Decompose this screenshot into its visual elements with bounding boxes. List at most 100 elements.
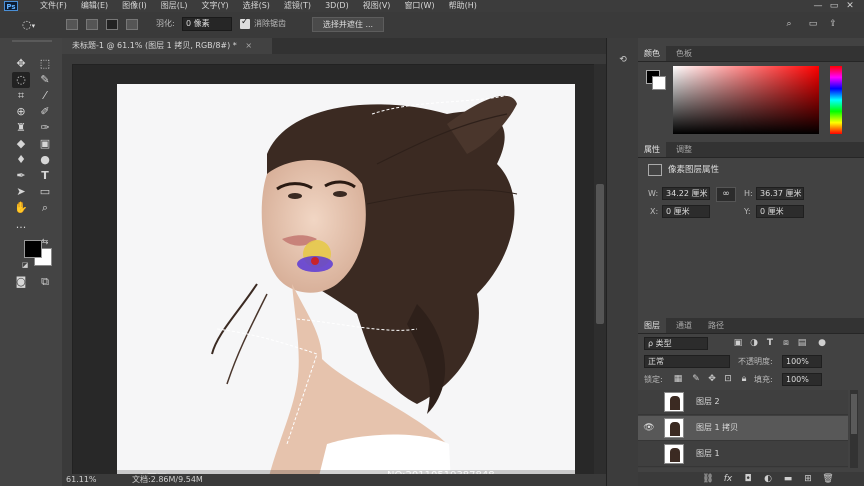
toolbox-grip[interactable]	[12, 40, 52, 42]
filter-toggle-icon[interactable]: ●	[816, 337, 828, 349]
default-colors-icon[interactable]: ◪	[20, 259, 30, 271]
fill-field[interactable]: 100%	[782, 373, 822, 386]
history-panel-icon[interactable]: ⟲	[616, 54, 630, 66]
menu-window[interactable]: 窗口(W)	[404, 0, 434, 12]
adjustment-layer-icon[interactable]: ◐	[762, 473, 774, 485]
lock-artboard-icon[interactable]: ⊡	[722, 373, 734, 385]
link-dimensions-icon[interactable]: ∞	[716, 187, 736, 202]
layer-style-icon[interactable]: fx	[722, 473, 734, 485]
brush-tool-icon[interactable]: ✐	[36, 104, 54, 120]
swap-colors-icon[interactable]: ⇆	[40, 236, 50, 248]
history-brush-tool-icon[interactable]: ✑	[36, 120, 54, 136]
layer-visibility-toggle[interactable]	[643, 448, 655, 460]
clone-stamp-tool-icon[interactable]: ♜	[12, 120, 30, 136]
layer-row[interactable]: 图层 2	[638, 390, 848, 415]
maximize-button[interactable]: ▭	[826, 0, 842, 12]
add-to-selection-button[interactable]	[86, 19, 98, 30]
add-mask-icon[interactable]: ◘	[742, 473, 754, 485]
subtract-from-selection-button[interactable]	[106, 19, 118, 30]
bg-color-chip[interactable]	[652, 76, 666, 90]
color-field[interactable]	[673, 66, 819, 134]
rectangle-tool-icon[interactable]: ▭	[36, 184, 54, 200]
select-and-mask-button[interactable]: 选择并遮住 ...	[312, 17, 384, 32]
antialias-checkbox[interactable]	[240, 17, 250, 29]
document-tab[interactable]: 未标题-1 @ 61.1% (图层 1 拷贝, RGB/8#) * ×	[62, 38, 272, 54]
filter-adjustment-icon[interactable]: ◑	[748, 337, 760, 349]
lasso-preset-picker[interactable]: ◌▾	[22, 18, 46, 32]
tab-color[interactable]: 颜色	[638, 46, 666, 61]
filter-shape-icon[interactable]: ⧈	[780, 337, 792, 349]
vertical-ruler[interactable]	[62, 64, 73, 474]
menu-select[interactable]: 选择(S)	[243, 0, 270, 12]
menu-view[interactable]: 视图(V)	[363, 0, 391, 12]
new-layer-icon[interactable]: ⊞	[802, 473, 814, 485]
height-field[interactable]: 36.37 厘米	[756, 187, 804, 200]
pen-tool-icon[interactable]: ✒	[12, 168, 30, 184]
more-tools-icon[interactable]: ···	[12, 220, 30, 236]
x-field[interactable]: 0 厘米	[662, 205, 710, 218]
tab-properties[interactable]: 属性	[638, 142, 666, 157]
layers-scrollbar[interactable]	[850, 390, 858, 468]
filter-smart-object-icon[interactable]: ▤	[796, 337, 808, 349]
tab-swatches[interactable]: 色板	[670, 46, 698, 61]
close-window-button[interactable]: ✕	[842, 0, 858, 12]
menu-file[interactable]: 文件(F)	[40, 0, 67, 12]
lock-transparent-icon[interactable]: ▦	[672, 373, 684, 385]
tab-channels[interactable]: 通道	[670, 318, 698, 333]
crop-tool-icon[interactable]: ⌗	[12, 88, 30, 104]
dodge-tool-icon[interactable]: ●	[36, 152, 54, 168]
tab-paths[interactable]: 路径	[702, 318, 730, 333]
eraser-tool-icon[interactable]: ◆	[12, 136, 30, 152]
tab-layers[interactable]: 图层	[638, 318, 666, 333]
healing-brush-tool-icon[interactable]: ⊕	[12, 104, 30, 120]
width-field[interactable]: 34.22 厘米	[662, 187, 710, 200]
y-field[interactable]: 0 厘米	[756, 205, 804, 218]
menu-3d[interactable]: 3D(D)	[325, 0, 349, 12]
marquee-tool-icon[interactable]: ⬚	[36, 56, 54, 72]
menu-type[interactable]: 文字(Y)	[201, 0, 228, 12]
blend-mode-select[interactable]: 正常	[644, 355, 730, 368]
lock-all-icon[interactable]: 🔒︎	[738, 373, 750, 385]
new-group-icon[interactable]: ▬	[782, 473, 794, 485]
zoom-tool-icon[interactable]: ⌕	[36, 200, 54, 216]
document-tab-close-icon[interactable]: ×	[245, 41, 252, 50]
move-tool-icon[interactable]: ✥	[12, 56, 30, 72]
layer-filter-select[interactable]: ρ 类型	[644, 337, 708, 350]
horizontal-ruler[interactable]	[62, 54, 606, 65]
layer-row-selected[interactable]: 👁︎ 图层 1 拷贝	[638, 416, 848, 441]
menu-layer[interactable]: 图层(L)	[161, 0, 188, 12]
menu-edit[interactable]: 编辑(E)	[81, 0, 108, 12]
hand-tool-icon[interactable]: ✋	[12, 200, 30, 216]
type-tool-icon[interactable]: T	[36, 168, 54, 184]
new-selection-button[interactable]	[66, 19, 78, 30]
menu-image[interactable]: 图像(I)	[122, 0, 147, 12]
lock-position-icon[interactable]: ✥	[706, 373, 718, 385]
opacity-field[interactable]: 100%	[782, 355, 822, 368]
eyedropper-tool-icon[interactable]: ⁄	[36, 88, 54, 104]
share-icon[interactable]: ⇪	[826, 18, 840, 30]
eye-icon[interactable]: 👁︎	[643, 422, 655, 434]
search-icon[interactable]: ⌕	[782, 18, 796, 30]
filter-pixel-icon[interactable]: ▣	[732, 337, 744, 349]
vertical-scrollbar[interactable]	[594, 64, 606, 474]
menu-help[interactable]: 帮助(H)	[449, 0, 477, 12]
gradient-tool-icon[interactable]: ▣	[36, 136, 54, 152]
link-layers-icon[interactable]: ⛓	[702, 473, 714, 485]
image-canvas[interactable]: 大图网 NO:20110519387848	[117, 84, 575, 484]
lock-pixels-icon[interactable]: ✎	[690, 373, 702, 385]
quick-mask-icon[interactable]: ◙	[12, 274, 30, 290]
document-info[interactable]: 文档:2.86M/9.54M	[132, 474, 203, 486]
minimize-button[interactable]: —	[810, 0, 826, 12]
path-select-tool-icon[interactable]: ➤	[12, 184, 30, 200]
blur-tool-icon[interactable]: ♦	[12, 152, 30, 168]
zoom-level[interactable]: 61.11%	[66, 474, 97, 486]
feather-input[interactable]: 0 像素	[182, 17, 232, 31]
quick-select-tool-icon[interactable]: ✎	[36, 72, 54, 88]
delete-layer-icon[interactable]: 🗑︎	[822, 473, 834, 485]
tab-adjustments[interactable]: 调整	[670, 142, 698, 157]
lasso-tool-icon[interactable]: ◌	[12, 72, 30, 88]
layer-visibility-toggle[interactable]	[643, 396, 655, 408]
layer-row[interactable]: 图层 1	[638, 442, 848, 467]
filter-type-icon[interactable]: T	[764, 337, 776, 349]
menu-filter[interactable]: 滤镜(T)	[284, 0, 311, 12]
